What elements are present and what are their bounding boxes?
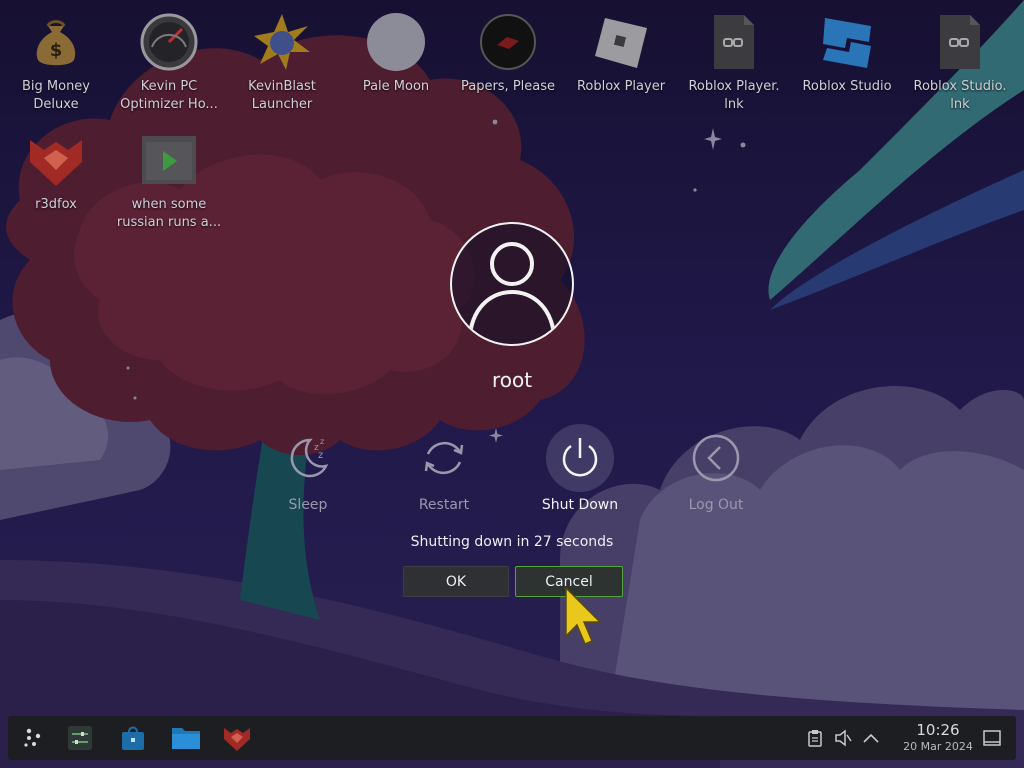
desktop-icon-label: Papers, Please [460,79,556,94]
settings-sliders-icon [68,726,92,750]
shutdown-countdown-text: Shutting down in 27 seconds [410,534,614,550]
desktop-icon-label: Roblox Studio. lnk [913,79,1007,112]
store-bag-icon [122,726,144,750]
desktop-icon-papers-please[interactable]: Papers, Please [453,4,563,116]
desktop-icon-big-money-deluxe[interactable]: $ Big Money Deluxe [1,4,111,116]
starburst-icon [252,12,312,72]
taskbar: 10:26 20 Mar 2024 [8,716,1016,760]
sleep-button[interactable]: zzz Sleep [253,424,363,520]
user-silhouette-icon [468,242,556,335]
clock-time[interactable]: 10:26 [903,721,973,739]
desktop-icon-roblox-studio-lnk[interactable]: Roblox Studio. lnk [905,4,1015,116]
svg-text:$: $ [50,40,63,61]
show-desktop-button[interactable] [982,728,1002,748]
desktop-icon-label: r3dfox [35,197,77,212]
desktop-icon-kevinblast-launcher[interactable]: KevinBlast Launcher [227,4,337,116]
username-label: root [491,368,533,392]
gauge-icon [139,12,199,72]
taskbar-discover[interactable] [117,722,149,754]
desktop-icon-label: Roblox Player [576,79,666,94]
desktop-icon-label: KevinBlast Launcher [248,79,316,112]
taskbar-system-settings[interactable] [64,722,96,754]
chevron-up-icon[interactable] [861,728,881,748]
app-launcher-icon [24,728,41,747]
desktop-icon-pale-moon[interactable]: Pale Moon [341,4,451,116]
desktop-icon-label: when some russian runs a... [116,197,222,230]
log-out-label: Log Out [688,497,744,513]
desktop-icon-label: Roblox Player. lnk [688,79,780,112]
sleep-label: Sleep [288,497,328,513]
restart-icon [410,424,478,492]
svg-text:z: z [318,450,323,461]
volume-muted-icon[interactable] [833,728,853,748]
mouse-pointer-icon [565,586,602,645]
video-file-icon [139,130,199,190]
desktop-icon-russian-video[interactable]: when some russian runs a... [114,122,224,234]
log-out-button[interactable]: Log Out [661,424,771,520]
user-avatar [450,222,574,346]
desktop-icon-label: Kevin PC Optimizer Ho... [120,79,218,112]
shut-down-button[interactable]: Shut Down [525,424,635,520]
moon-icon [366,12,426,72]
desktop-icon-roblox-studio[interactable]: Roblox Studio [792,4,902,116]
app-launcher-button[interactable] [18,722,50,754]
folder-icon [172,728,200,749]
taskbar-file-manager[interactable] [170,722,202,754]
logout-icon [682,424,750,492]
roblox-studio-icon [817,12,877,72]
restart-button[interactable]: Restart [389,424,499,520]
r3dfox-icon [224,728,250,751]
desktop-icon-label: Roblox Studio [802,79,892,94]
desktop-icon-kevin-pc-optimizer[interactable]: Kevin PC Optimizer Ho... [114,4,224,116]
r3dfox-icon [26,130,86,190]
sleep-icon: zzz [274,424,342,492]
restart-label: Restart [418,497,470,513]
shortcut-file-icon [704,12,764,72]
money-bag-icon: $ [26,12,86,72]
show-desktop-icon [983,730,1001,746]
desktop-icon-roblox-player-lnk[interactable]: Roblox Player. lnk [679,4,789,116]
taskbar-r3dfox[interactable] [221,722,253,754]
svg-text:z: z [320,437,324,446]
seal-icon [478,12,538,72]
desktop-icon-r3dfox[interactable]: r3dfox [1,122,111,234]
roblox-icon [591,12,651,72]
power-icon [546,424,614,492]
desktop-icon-label: Big Money Deluxe [21,79,90,112]
desktop-icon-label: Pale Moon [362,79,430,94]
desktop-icon-roblox-player[interactable]: Roblox Player [566,4,676,116]
ok-button[interactable]: OK [403,566,509,597]
clock-date[interactable]: 20 Mar 2024 [888,740,988,753]
clipboard-icon[interactable] [805,728,825,748]
shortcut-file-icon [930,12,990,72]
shut-down-label: Shut Down [541,497,619,513]
